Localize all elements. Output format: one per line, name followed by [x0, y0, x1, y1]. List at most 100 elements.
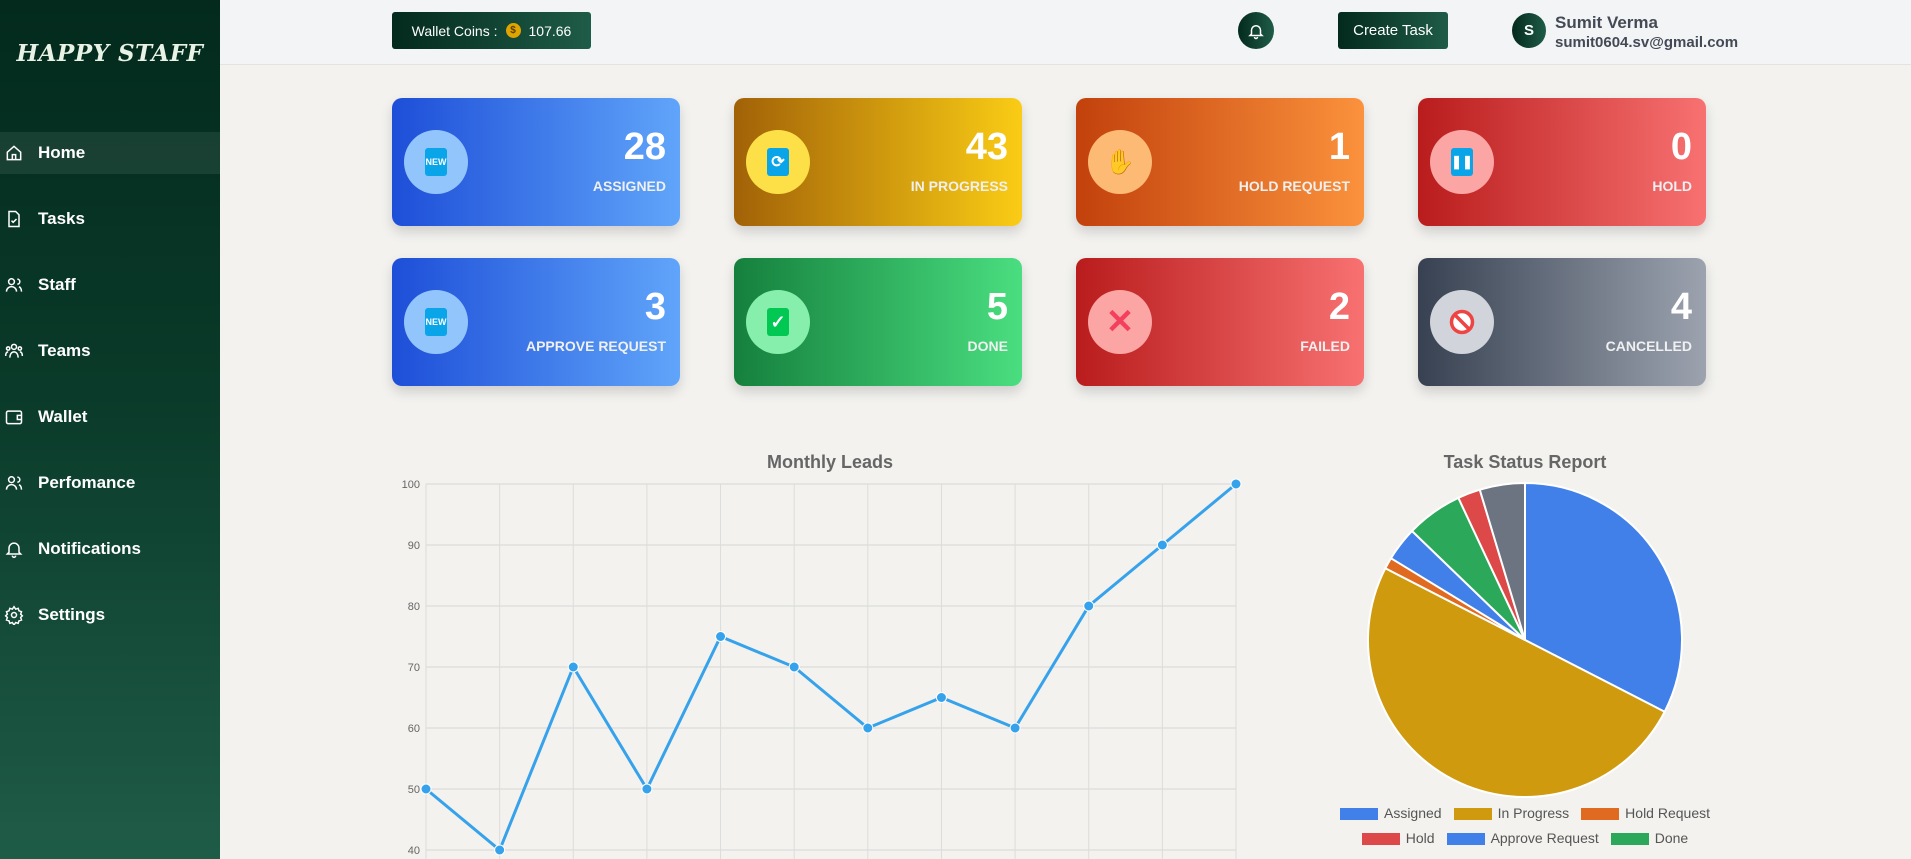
pause-icon: ❚❚ — [1430, 130, 1494, 194]
x-icon: ✕ — [1088, 290, 1152, 354]
legend-label: Hold Request — [1625, 805, 1710, 821]
data-point[interactable] — [1156, 539, 1168, 551]
sidebar-item-perfomance[interactable]: Perfomance — [0, 462, 220, 504]
monthly-leads-chart: 100 90 80 70 60 50 40 — [402, 478, 1242, 859]
gear-icon — [4, 605, 24, 625]
data-point[interactable] — [1083, 600, 1095, 612]
ban-icon — [1430, 290, 1494, 354]
wallet-label: Wallet Coins : — [411, 22, 498, 39]
file-check-icon — [8, 210, 20, 228]
bell-icon — [1248, 24, 1264, 39]
legend-swatch — [1339, 808, 1378, 821]
stat-label: HOLD — [1652, 178, 1692, 194]
avatar[interactable]: S — [1512, 13, 1546, 48]
wallet-coins-badge[interactable]: Wallet Coins : $ 107.66 — [392, 12, 591, 49]
stat-value: 0 — [1670, 126, 1692, 168]
new-icon: NEW — [404, 130, 468, 194]
data-point[interactable] — [715, 631, 727, 642]
pie-chart-title: Task Status Report — [1443, 452, 1607, 472]
sidebar-item-label: Tasks — [38, 209, 85, 228]
sidebar-item-label: Wallet — [38, 407, 88, 426]
legend-item[interactable]: Assigned — [1339, 805, 1442, 821]
data-point[interactable] — [935, 692, 947, 703]
new-icon: NEW — [404, 290, 468, 354]
stat-label: FAILED — [1300, 338, 1350, 354]
stat-card-hold[interactable]: ❚❚ 0 HOLD — [1418, 98, 1706, 226]
legend-swatch — [1361, 833, 1400, 846]
legend-label: Assigned — [1383, 805, 1442, 821]
stat-card-failed[interactable]: ✕ 2 FAILED — [1076, 258, 1364, 386]
legend-item[interactable]: Done — [1610, 830, 1689, 846]
coin-icon: $ — [505, 23, 521, 38]
sidebar-item-label: Perfomance — [38, 473, 136, 492]
legend-item[interactable]: Approve Request — [1446, 830, 1599, 846]
stat-card-in-progress[interactable]: ⟳ 43 IN PROGRESS — [734, 98, 1022, 226]
user-email: sumit0604.sv@gmail.com — [1555, 34, 1739, 51]
stat-value: 4 — [1670, 286, 1692, 328]
wallet-value: 107.66 — [528, 22, 572, 39]
data-point[interactable] — [420, 783, 432, 795]
stat-card-approve-request[interactable]: NEW 3 APPROVE REQUEST — [392, 258, 680, 386]
sidebar-item-staff[interactable]: Staff — [0, 264, 220, 306]
sidebar-item-settings[interactable]: Settings — [0, 594, 220, 636]
home-icon — [6, 145, 22, 161]
sidebar-item-label: Notifications — [38, 539, 141, 558]
legend-label: In Progress — [1497, 805, 1570, 821]
y-tick-label: 50 — [408, 784, 420, 796]
logo: HAPPY STAFF — [16, 40, 204, 67]
user-name: Sumit Verma — [1555, 13, 1658, 32]
stat-value: 2 — [1328, 286, 1350, 328]
y-tick-label: 40 — [408, 845, 420, 857]
data-point[interactable] — [1009, 722, 1021, 734]
stat-card-assigned[interactable]: NEW 28 ASSIGNED — [392, 98, 680, 226]
y-tick-label: 80 — [408, 601, 420, 613]
stat-label: DONE — [967, 338, 1008, 354]
sidebar-item-label: Teams — [38, 341, 91, 360]
stat-label: CANCELLED — [1605, 338, 1692, 354]
data-point[interactable] — [788, 661, 800, 673]
stat-value: 1 — [1328, 126, 1350, 168]
stat-value: 3 — [644, 286, 666, 328]
legend-item[interactable]: In Progress — [1453, 805, 1570, 821]
y-tick-label: 60 — [408, 723, 420, 735]
sidebar-item-home[interactable]: Home — [0, 132, 220, 174]
stat-card-hold-request[interactable]: ✋ 1 HOLD REQUEST — [1076, 98, 1364, 226]
sidebar-item-tasks[interactable]: Tasks — [0, 198, 220, 240]
stat-label: IN PROGRESS — [910, 178, 1008, 194]
task-status-pie — [1367, 481, 1683, 798]
sidebar-item-wallet[interactable]: Wallet — [0, 396, 220, 438]
users-icon — [5, 278, 23, 292]
check-icon: ✓ — [746, 290, 810, 354]
bell-icon — [5, 542, 23, 559]
sidebar: HAPPY STAFF Home Tasks Staff Teams Walle… — [0, 0, 220, 859]
stat-card-done[interactable]: ✓ 5 DONE — [734, 258, 1022, 386]
legend-label: Approve Request — [1490, 830, 1599, 846]
legend-swatch — [1581, 808, 1620, 821]
stat-value: 28 — [623, 126, 666, 168]
hand-icon: ✋ — [1088, 130, 1152, 194]
legend-swatch — [1453, 808, 1492, 821]
legend-item[interactable]: Hold — [1361, 830, 1435, 846]
data-point[interactable] — [1230, 478, 1242, 490]
y-tick-label: 70 — [408, 662, 420, 674]
stat-label: APPROVE REQUEST — [525, 338, 666, 354]
notification-button[interactable] — [1238, 12, 1274, 49]
wallet-icon — [5, 410, 23, 425]
sidebar-item-teams[interactable]: Teams — [0, 330, 220, 372]
data-point[interactable] — [862, 722, 874, 734]
legend-label: Done — [1654, 830, 1689, 846]
data-point[interactable] — [567, 661, 579, 673]
legend-swatch — [1446, 833, 1485, 846]
create-task-button[interactable]: Create Task — [1338, 12, 1448, 49]
y-tick-label: 100 — [402, 479, 420, 491]
sidebar-item-notifications[interactable]: Notifications — [0, 528, 220, 570]
stat-label: ASSIGNED — [592, 178, 666, 194]
data-point[interactable] — [641, 783, 653, 795]
sidebar-item-label: Home — [38, 143, 86, 162]
team-icon — [4, 343, 24, 358]
stat-card-cancelled[interactable]: 4 CANCELLED — [1418, 258, 1706, 386]
data-point[interactable] — [494, 844, 506, 856]
refresh-icon: ⟳ — [746, 130, 810, 194]
stat-value: 43 — [965, 126, 1008, 168]
legend-item[interactable]: Hold Request — [1581, 805, 1710, 821]
